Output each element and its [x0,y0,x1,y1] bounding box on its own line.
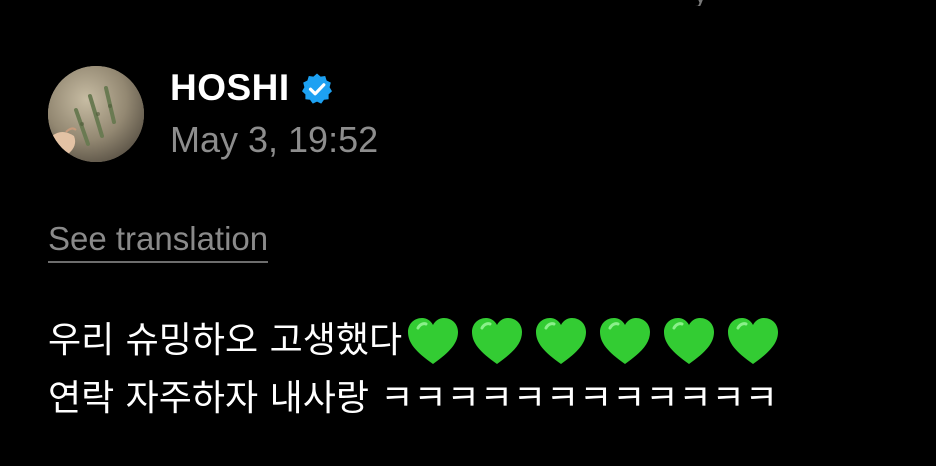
clipped-text-fragment: y [694,0,710,6]
green-heart-icon [404,314,462,368]
post-line-2: 연락 자주하자 내사랑 ㅋㅋㅋㅋㅋㅋㅋㅋㅋㅋㅋㅋ [48,370,908,428]
post-line-1-text: 우리 슈밍하오 고생했다 [48,320,403,361]
green-heart-icon [596,314,654,368]
post-header: HOSHI May 3, 19:52 [48,66,848,166]
author-name-row: HOSHI [170,66,334,110]
hearts-group [404,314,782,368]
avatar[interactable] [48,66,144,162]
green-heart-icon [660,314,718,368]
see-translation-link[interactable]: See translation [48,219,269,263]
avatar-image-icon [48,66,144,162]
green-heart-icon [724,314,782,368]
post-body: 우리 슈밍하오 고생했다 연락 자주하자 내사랑 ㅋㅋㅋㅋㅋㅋㅋㅋㅋㅋㅋㅋ [48,312,908,428]
verified-badge-icon [300,72,334,106]
green-heart-icon [468,314,526,368]
green-heart-icon [532,314,590,368]
post-timestamp: May 3, 19:52 [170,119,379,160]
post-line-2-text: 연락 자주하자 내사랑 ㅋㅋㅋㅋㅋㅋㅋㅋㅋㅋㅋㅋ [48,378,778,419]
post-line-1: 우리 슈밍하오 고생했다 [48,312,908,370]
author-name[interactable]: HOSHI [170,66,290,110]
